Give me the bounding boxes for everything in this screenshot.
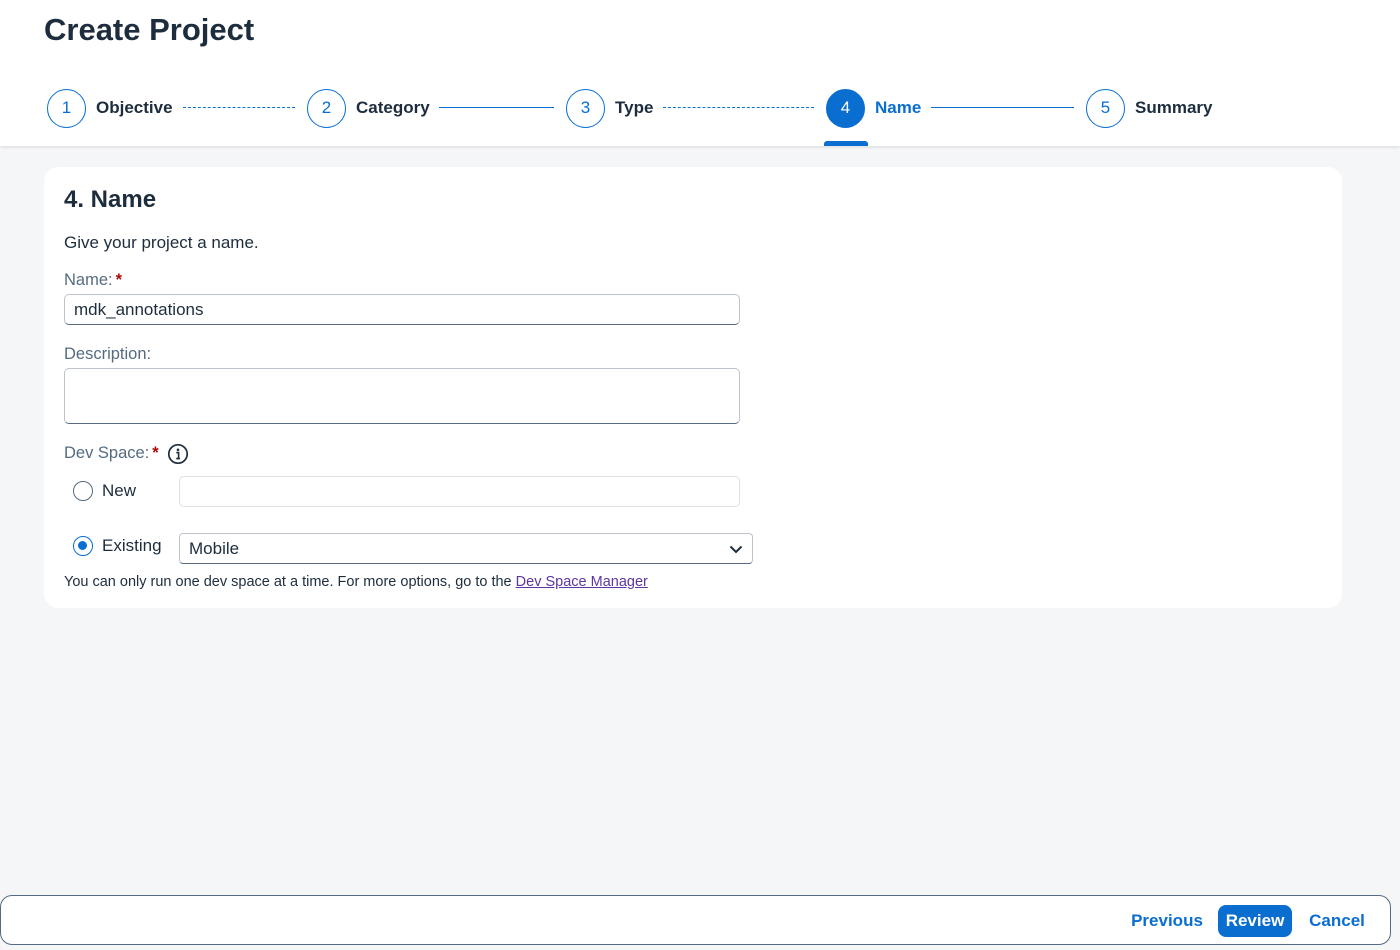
previous-button[interactable]: Previous — [1127, 905, 1207, 937]
wizard-step-type[interactable]: 3 Type — [566, 88, 654, 128]
step-connector — [183, 107, 295, 108]
review-button[interactable]: Review — [1218, 905, 1292, 937]
existing-dev-space-select[interactable]: Mobile — [179, 533, 753, 564]
selected-dev-space: Mobile — [189, 538, 240, 558]
step-label: Summary — [1135, 98, 1213, 117]
name-label: Name: * — [64, 271, 122, 290]
step-number: 1 — [47, 88, 86, 128]
page-header: Create Project 1 Objective 2 Category 3 … — [0, 0, 1400, 146]
step-label: Objective — [96, 98, 173, 117]
wizard-step-category[interactable]: 2 Category — [307, 88, 430, 128]
step-number: 2 — [307, 88, 346, 128]
intro-text: Give your project a name. — [64, 233, 259, 252]
name-input-value: mdk_annotations — [74, 299, 204, 319]
new-dev-space-input[interactable] — [179, 476, 740, 507]
description-textarea[interactable] — [64, 368, 740, 424]
active-step-indicator — [824, 141, 868, 146]
step-label: Type — [615, 98, 654, 117]
step-connector — [439, 107, 554, 108]
step-label: Category — [356, 98, 430, 117]
footer-bar: Previous Review Cancel — [0, 895, 1391, 945]
required-mark: * — [152, 444, 159, 462]
radio-existing-label[interactable]: Existing — [102, 536, 162, 556]
page-title: Create Project — [44, 12, 255, 47]
name-form-card: 4. Name Give your project a name. Name: *… — [44, 167, 1342, 608]
step-number: 3 — [566, 88, 605, 128]
dev-space-label-text: Dev Space: — [64, 444, 150, 462]
required-mark: * — [115, 271, 123, 289]
dev-space-label: Dev Space: * — [64, 444, 159, 463]
description-label: Description: — [64, 345, 152, 363]
helper-text: You can only run one dev space at a time… — [64, 574, 512, 590]
radio-existing[interactable] — [73, 536, 93, 556]
dev-space-helper-text: You can only run one dev space at a time… — [64, 574, 648, 590]
info-icon[interactable] — [167, 443, 189, 465]
wizard-step-name[interactable]: 4 Name — [826, 88, 922, 128]
step-label: Name — [875, 98, 922, 117]
wizard-step-objective[interactable]: 1 Objective — [47, 88, 173, 128]
step-number: 5 — [1086, 88, 1125, 128]
radio-new[interactable] — [73, 481, 93, 501]
wizard-step-summary[interactable]: 5 Summary — [1086, 88, 1213, 128]
step-connector — [663, 107, 814, 108]
name-label-text: Name: — [64, 271, 113, 289]
section-title: 4. Name — [64, 186, 157, 213]
dev-space-manager-link[interactable]: Dev Space Manager — [516, 574, 648, 590]
chevron-down-icon — [729, 545, 743, 553]
step-number: 4 — [826, 88, 865, 128]
name-input[interactable]: mdk_annotations — [64, 294, 740, 325]
cancel-button[interactable]: Cancel — [1303, 905, 1371, 937]
radio-new-label[interactable]: New — [102, 481, 136, 501]
step-connector — [931, 107, 1074, 108]
